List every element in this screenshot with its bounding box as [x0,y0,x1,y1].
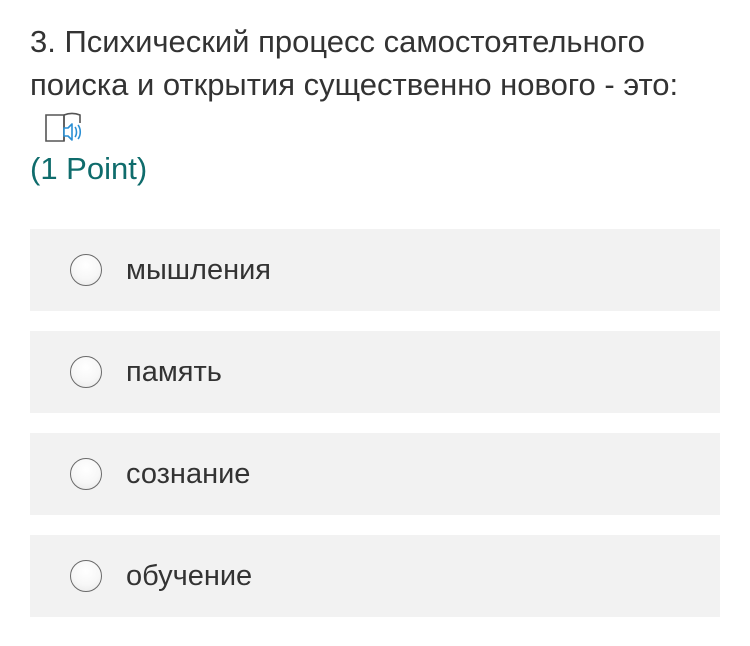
choice-label: мышления [126,253,272,286]
question-title-line: 3. Психический процесс самостоятельного … [30,20,720,149]
question-block: 3. Психический процесс самостоятельного … [30,20,720,189]
answer-choices: мышления память сознание обучение [30,229,720,637]
question-points: (1 Point) [30,151,148,186]
immersive-reader-icon[interactable] [44,110,84,144]
choice-label: сознание [126,457,251,490]
radio-button[interactable] [70,560,102,592]
radio-button[interactable] [70,254,102,286]
choice-option-3[interactable]: сознание [30,433,720,515]
question-title: 3. Психический процесс самостоятельного … [30,24,679,102]
choice-option-1[interactable]: мышления [30,229,720,311]
radio-button[interactable] [70,458,102,490]
choice-option-4[interactable]: обучение [30,535,720,617]
choice-option-2[interactable]: память [30,331,720,413]
radio-button[interactable] [70,356,102,388]
choice-label: обучение [126,559,253,592]
choice-label: память [126,355,222,388]
